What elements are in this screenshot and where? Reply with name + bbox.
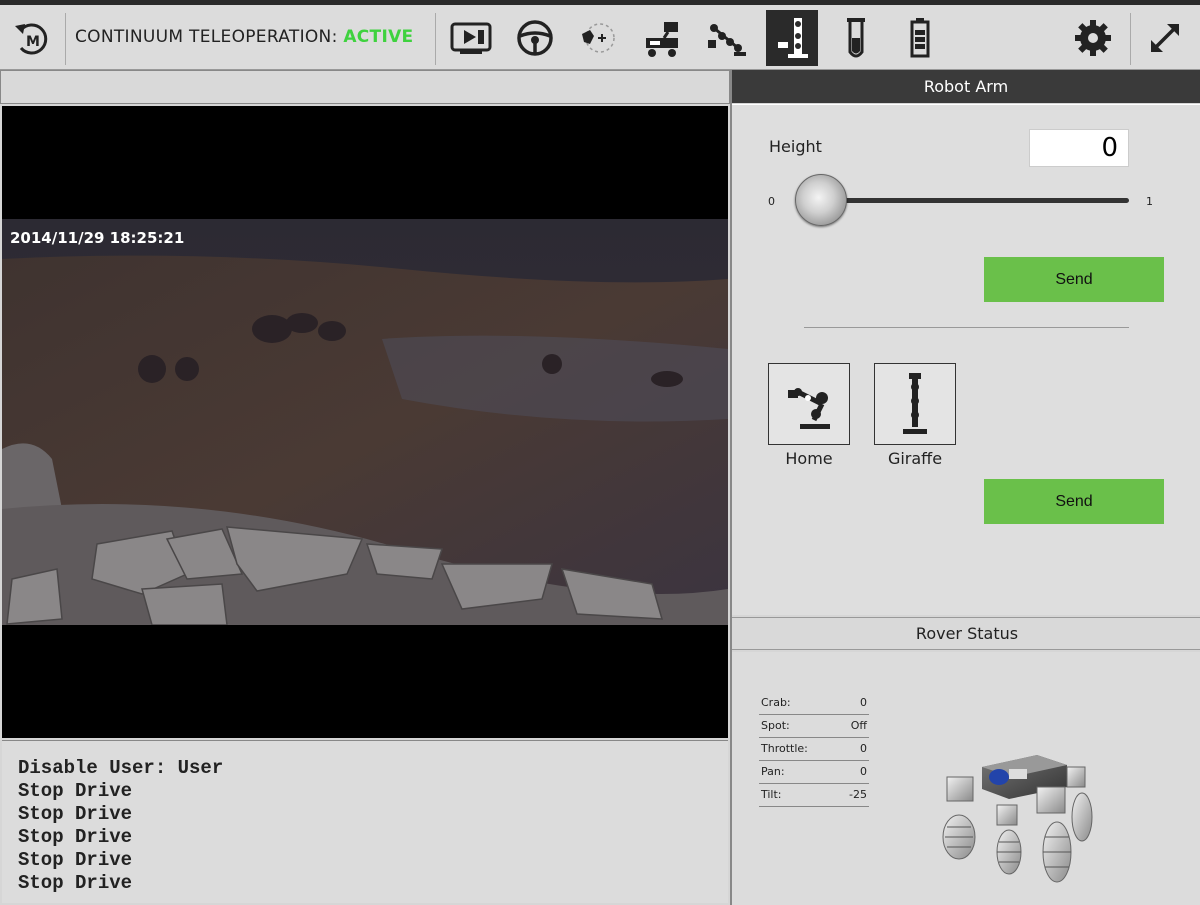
status-value: Off (850, 719, 867, 732)
camera-icon (450, 22, 492, 54)
rover-status-header: Rover Status (732, 617, 1200, 650)
status-row-crab: Crab: 0 (759, 692, 869, 715)
rover-status-table: Crab: 0 Spot: Off Throttle: 0 Pan: 0 Til… (759, 692, 869, 807)
camera-image (2, 219, 728, 625)
status-row-tilt: Tilt: -25 (759, 784, 869, 807)
rover-camera-button[interactable] (637, 10, 687, 66)
expand-icon (1151, 24, 1179, 52)
page-title: CONTINUUM TELEOPERATION: ACTIVE (75, 27, 413, 47)
height-slider-track[interactable] (802, 198, 1129, 203)
video-header-bar (0, 70, 730, 104)
divider (804, 327, 1129, 328)
status-value: 0 (860, 742, 867, 755)
robot-arm-icon (708, 24, 746, 56)
log-line: Stop Drive (18, 849, 133, 871)
status-row-pan: Pan: 0 (759, 761, 869, 784)
giraffe-arm-icon (903, 373, 927, 434)
status-row-spot: Spot: Off (759, 715, 869, 738)
robot-arm-panel: Height 0 0 1 Send Home Giraffe Send (732, 104, 1200, 615)
robot-arm-header: Robot Arm (732, 70, 1200, 103)
log-line: Stop Drive (18, 872, 133, 894)
menu-back-icon: M (15, 23, 48, 55)
gear-icon (1075, 20, 1111, 56)
toolbar-separator (1130, 13, 1131, 65)
status-label: Crab: (761, 696, 791, 709)
log-line: Disable User: User (18, 757, 224, 779)
status-value: -25 (849, 788, 867, 801)
toolbar-separator (435, 13, 436, 65)
status-label: Tilt: (761, 788, 782, 801)
settings-button[interactable] (1068, 10, 1118, 66)
height-input[interactable]: 0 (1029, 129, 1129, 167)
slider-max-label: 1 (1146, 195, 1153, 208)
home-arm-icon (788, 388, 830, 429)
status-row-throttle: Throttle: 0 (759, 738, 869, 761)
status-label: Spot: (761, 719, 790, 732)
preset-home-button[interactable] (768, 363, 850, 445)
preset-home-label: Home (785, 449, 833, 468)
slider-min-label: 0 (768, 195, 775, 208)
event-log: Disable User: User Stop Drive Stop Drive… (2, 740, 728, 903)
robot-arm-button[interactable] (701, 10, 751, 66)
preset-giraffe-button[interactable] (874, 363, 956, 445)
rotate-icon (582, 23, 615, 53)
height-label: Height (769, 137, 822, 156)
status-label: Throttle: (761, 742, 808, 755)
battery-icon (910, 18, 930, 58)
camera-button[interactable] (447, 10, 495, 66)
log-line: Stop Drive (18, 780, 133, 802)
send-height-button[interactable]: Send (984, 257, 1164, 302)
battery-button[interactable] (896, 10, 944, 66)
video-feed[interactable]: 2014/11/29 18:25:21 (2, 106, 728, 738)
toolbar: M CONTINUUM TELEOPERATION: ACTIVE (0, 0, 1200, 70)
drive-button[interactable] (511, 10, 559, 66)
menu-back-button[interactable]: M (8, 10, 58, 66)
log-line: Stop Drive (18, 826, 133, 848)
giraffe-arm-button[interactable] (766, 10, 818, 66)
rover-camera-icon (646, 22, 678, 57)
video-timestamp: 2014/11/29 18:25:21 (10, 229, 185, 247)
title-prefix: CONTINUUM TELEOPERATION: (75, 27, 338, 47)
rover-status-panel: Crab: 0 Spot: Off Throttle: 0 Pan: 0 Til… (732, 652, 1200, 905)
sample-button[interactable] (832, 10, 880, 66)
send-preset-button[interactable]: Send (984, 479, 1164, 524)
giraffe-arm-icon (778, 18, 808, 58)
svg-text:M: M (26, 34, 40, 50)
preset-giraffe-label: Giraffe (887, 449, 943, 468)
status-value: 0 (860, 765, 867, 778)
status-value: 0 (860, 696, 867, 709)
fullscreen-button[interactable] (1140, 10, 1190, 66)
rotate-button[interactable] (573, 10, 621, 66)
steering-wheel-icon (517, 20, 553, 56)
rover-model-icon (942, 755, 1093, 883)
status-label: Pan: (761, 765, 785, 778)
teleop-status: ACTIVE (343, 27, 414, 47)
height-slider-knob[interactable] (795, 174, 847, 226)
test-tube-icon (847, 18, 865, 58)
toolbar-separator (65, 13, 66, 65)
log-line: Stop Drive (18, 803, 133, 825)
right-panel: Robot Arm Height 0 0 1 Send Home Giraffe… (730, 70, 1200, 905)
